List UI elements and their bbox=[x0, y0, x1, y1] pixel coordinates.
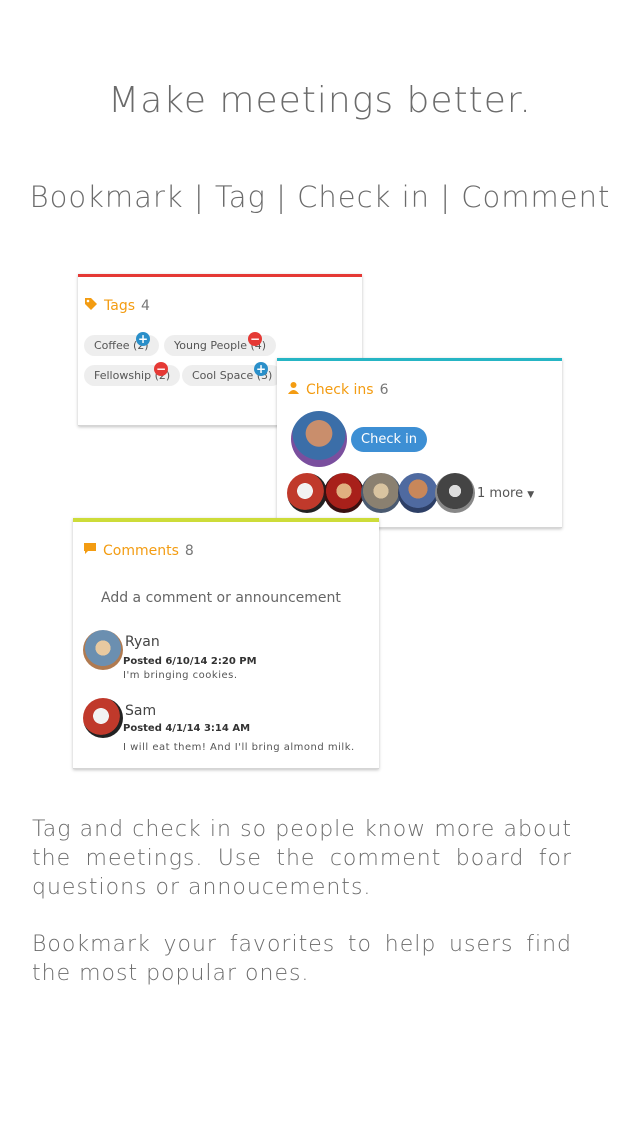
add-tag-icon[interactable]: + bbox=[254, 362, 268, 376]
current-user-avatar bbox=[291, 411, 347, 467]
comments-title: Comments 8 bbox=[83, 542, 194, 559]
comment-date: Posted 4/1/14 3:14 AM bbox=[123, 723, 251, 734]
avatar[interactable] bbox=[398, 473, 438, 513]
checkins-card: Check ins 6 Check in 1 more ▼ bbox=[277, 358, 562, 528]
tags-title: Tags 4 bbox=[84, 297, 150, 315]
comment-text: I'm bringing cookies. bbox=[123, 670, 238, 681]
checkins-title: Check ins 6 bbox=[287, 381, 389, 398]
avatar[interactable] bbox=[361, 473, 401, 513]
comment-avatar bbox=[83, 698, 123, 738]
checkins-title-label: Check ins bbox=[306, 381, 374, 398]
checkins-count: 6 bbox=[379, 381, 389, 398]
comment-author: Ryan bbox=[125, 634, 160, 650]
tags-count: 4 bbox=[141, 298, 150, 314]
comments-title-label: Comments bbox=[103, 542, 179, 559]
user-icon bbox=[287, 381, 300, 398]
comment-author: Sam bbox=[125, 703, 157, 719]
comment-input[interactable]: Add a comment or announcement bbox=[101, 590, 341, 606]
comment-date: Posted 6/10/14 2:20 PM bbox=[123, 656, 257, 667]
feature-list: Bookmark | Tag | Check in | Comment bbox=[29, 180, 611, 214]
description-paragraph: Bookmark your favorites to help users fi… bbox=[32, 932, 572, 986]
remove-tag-icon[interactable]: − bbox=[248, 332, 262, 346]
description-paragraph: Tag and check in so people know more abo… bbox=[32, 817, 572, 900]
avatar[interactable] bbox=[324, 473, 364, 513]
add-tag-icon[interactable]: + bbox=[136, 332, 150, 346]
comment-text: I will eat them! And I'll bring almond m… bbox=[123, 742, 355, 753]
tag-icon bbox=[84, 297, 98, 315]
more-checkins-link[interactable]: 1 more ▼ bbox=[477, 486, 534, 501]
avatar[interactable] bbox=[287, 473, 327, 513]
comment-icon bbox=[83, 542, 97, 559]
headline: Make meetings better. bbox=[108, 80, 532, 121]
remove-tag-icon[interactable]: − bbox=[154, 362, 168, 376]
check-in-button[interactable]: Check in bbox=[351, 427, 427, 452]
comments-count: 8 bbox=[184, 542, 194, 559]
avatar[interactable] bbox=[435, 473, 475, 513]
chevron-down-icon: ▼ bbox=[527, 490, 535, 500]
comment-avatar bbox=[83, 630, 123, 670]
comments-card: Comments 8 Add a comment or announcement… bbox=[73, 518, 379, 769]
tags-title-label: Tags bbox=[104, 298, 135, 314]
